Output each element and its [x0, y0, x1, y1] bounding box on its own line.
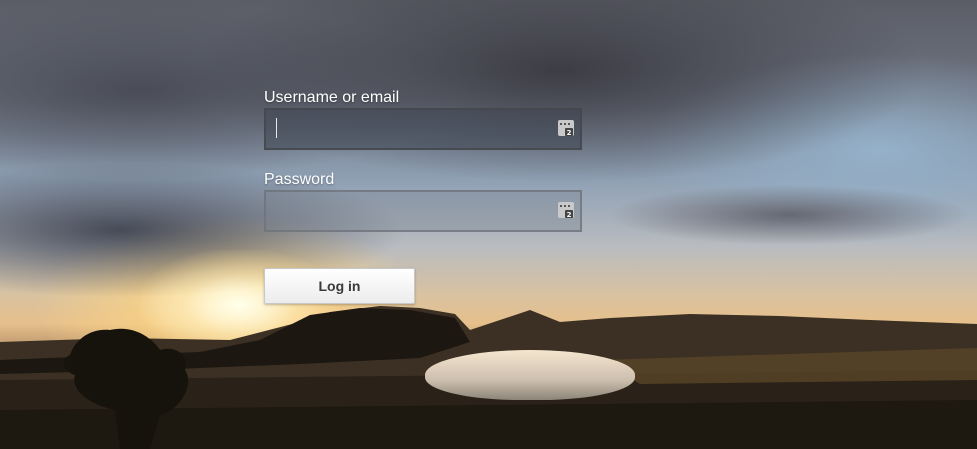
login-form: Username or email 2 Password 2 Log in — [264, 88, 582, 304]
password-manager-key-icon[interactable]: 2 — [558, 120, 574, 136]
username-input[interactable] — [264, 108, 582, 150]
username-label: Username or email — [264, 89, 400, 106]
svg-text:2: 2 — [567, 211, 572, 218]
text-caret — [276, 118, 277, 138]
username-field-wrapper: 2 — [264, 108, 582, 150]
lake — [425, 350, 635, 400]
svg-text:2: 2 — [567, 129, 572, 136]
password-label: Password — [264, 171, 335, 188]
password-input[interactable] — [264, 190, 582, 232]
password-field-wrapper: 2 — [264, 190, 582, 232]
login-button[interactable]: Log in — [264, 268, 415, 304]
password-manager-key-icon[interactable]: 2 — [558, 202, 574, 218]
